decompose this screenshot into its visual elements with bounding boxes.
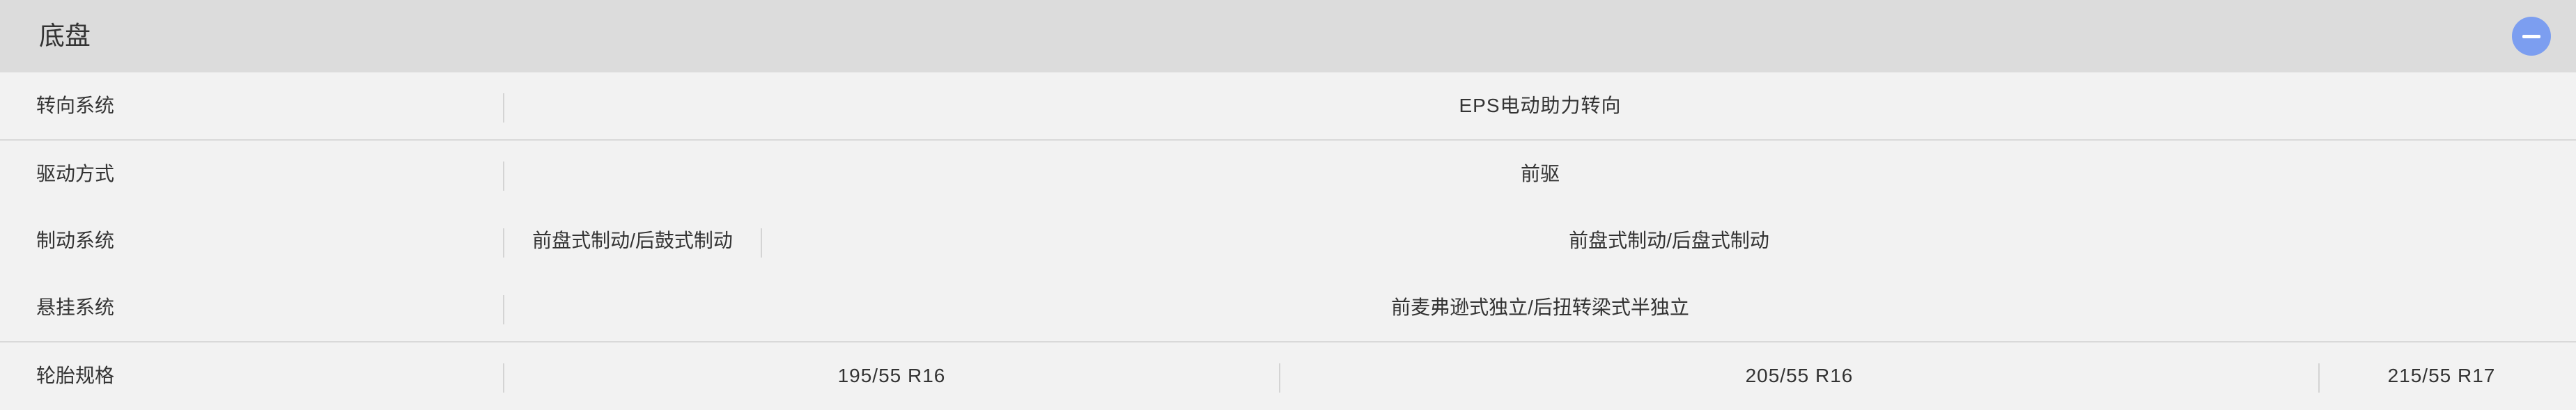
row-value: 215/55 R17 — [2387, 365, 2496, 386]
section-title: 底盘 — [39, 22, 91, 50]
row-label: 悬挂系统 — [36, 297, 115, 318]
row-label: 驱动方式 — [36, 163, 115, 184]
section-header: 底盘 — [0, 0, 2576, 72]
row-value: 前盘式制动/后盘式制动 — [1569, 230, 1769, 251]
spec-row-steering: 转向系统 EPS电动助力转向 — [0, 72, 2576, 141]
row-value: 205/55 R16 — [1745, 365, 1854, 386]
row-value: 前驱 — [1520, 163, 1560, 184]
spec-row-brake: 制动系统 前盘式制动/后鼓式制动 前盘式制动/后盘式制动 — [0, 207, 2576, 276]
row-value: 前麦弗逊式独立/后扭转梁式半独立 — [1391, 297, 1689, 318]
row-value: EPS电动助力转向 — [1459, 95, 1622, 116]
row-label: 制动系统 — [36, 230, 115, 251]
spec-row-drive: 驱动方式 前驱 — [0, 141, 2576, 209]
collapse-button[interactable] — [2512, 17, 2551, 56]
spec-row-tires: 轮胎规格 195/55 R16 205/55 R16 215/55 R17 — [0, 342, 2576, 410]
row-label: 轮胎规格 — [36, 365, 115, 386]
minus-circle-icon — [2522, 35, 2540, 38]
spec-row-suspension: 悬挂系统 前麦弗逊式独立/后扭转梁式半独立 — [0, 274, 2576, 342]
row-label: 转向系统 — [36, 95, 115, 116]
row-value: 前盘式制动/后鼓式制动 — [532, 230, 733, 251]
row-value: 195/55 R16 — [837, 365, 946, 386]
